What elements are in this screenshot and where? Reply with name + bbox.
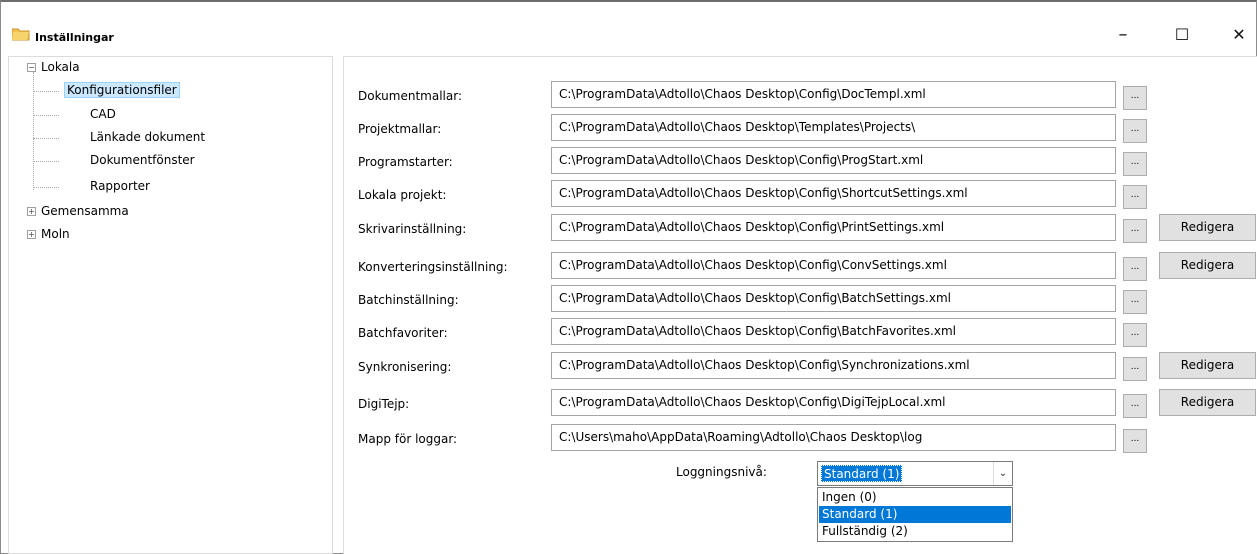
browse-button[interactable]: ... — [1123, 152, 1147, 176]
setting-label: DigiTejp: — [358, 397, 410, 411]
setting-label: Batchfavoriter: — [358, 326, 448, 340]
browse-button[interactable]: ... — [1123, 185, 1147, 209]
maximize-button[interactable]: ☐ — [1162, 20, 1202, 48]
close-icon: ✕ — [1232, 24, 1246, 44]
browse-button[interactable]: ... — [1123, 219, 1147, 243]
tree-line — [33, 91, 59, 92]
path-field[interactable]: C:\ProgramData\Adtollo\Chaos Desktop\Con… — [551, 81, 1116, 108]
setting-label: Batchinställning: — [358, 293, 459, 307]
path-field[interactable]: C:\ProgramData\Adtollo\Chaos Desktop\Con… — [551, 214, 1116, 241]
expand-icon[interactable]: + — [27, 207, 36, 216]
browse-button[interactable]: ... — [1123, 290, 1147, 314]
browse-button[interactable]: ... — [1123, 357, 1147, 381]
tree-line — [33, 72, 34, 190]
edit-button[interactable]: Redigera — [1159, 252, 1256, 279]
logging-level-select[interactable]: Standard (1) ⌄ — [817, 461, 1013, 486]
browse-button[interactable]: ... — [1123, 257, 1147, 281]
path-field[interactable]: C:\ProgramData\Adtollo\Chaos Desktop\Con… — [551, 180, 1116, 207]
setting-label: Synkronisering: — [358, 360, 452, 374]
option-ingen[interactable]: Ingen (0) — [819, 489, 1011, 506]
path-field[interactable]: C:\ProgramData\Adtollo\Chaos Desktop\Con… — [551, 389, 1116, 416]
tree-node-dokumentfonster[interactable]: Dokumentfönster — [90, 153, 195, 167]
edit-button[interactable]: Redigera — [1159, 352, 1256, 379]
setting-label: Skrivarinställning: — [358, 222, 467, 236]
path-field[interactable]: C:\ProgramData\Adtollo\Chaos Desktop\Con… — [551, 352, 1116, 379]
chevron-down-icon[interactable]: ⌄ — [993, 462, 1012, 485]
browse-button[interactable]: ... — [1123, 323, 1147, 347]
path-field[interactable]: C:\ProgramData\Adtollo\Chaos Desktop\Con… — [551, 318, 1116, 345]
expand-icon[interactable]: + — [27, 230, 36, 239]
tree-node-rapporter[interactable]: Rapporter — [90, 179, 150, 193]
path-field[interactable]: C:\ProgramData\Adtollo\Chaos Desktop\Con… — [551, 147, 1116, 174]
logging-level-value: Standard (1) — [821, 465, 903, 482]
path-field[interactable]: C:\ProgramData\Adtollo\Chaos Desktop\Con… — [551, 285, 1116, 312]
edit-button[interactable]: Redigera — [1159, 214, 1256, 241]
setting-label: Dokumentmallar: — [358, 89, 462, 103]
tree-line — [33, 161, 59, 162]
path-field[interactable]: C:\ProgramData\Adtollo\Chaos Desktop\Tem… — [551, 114, 1116, 141]
browse-button[interactable]: ... — [1123, 394, 1147, 418]
setting-label: Mapp för loggar: — [358, 432, 458, 446]
edit-button[interactable]: Redigera — [1159, 389, 1256, 416]
setting-label: Projektmallar: — [358, 122, 442, 136]
window-title: Inställningar — [35, 31, 114, 44]
option-standard[interactable]: Standard (1) — [819, 506, 1011, 523]
collapse-icon[interactable]: − — [27, 63, 36, 72]
browse-button[interactable]: ... — [1123, 86, 1147, 110]
path-field[interactable]: C:\ProgramData\Adtollo\Chaos Desktop\Con… — [551, 252, 1116, 279]
folder-icon — [12, 28, 30, 41]
tree-node-gemensamma[interactable]: Gemensamma — [41, 204, 129, 218]
option-fullstandig[interactable]: Fullständig (2) — [819, 523, 1011, 540]
logging-level-dropdown: Ingen (0) Standard (1) Fullständig (2) — [817, 487, 1013, 542]
close-button[interactable]: ✕ — [1219, 20, 1257, 48]
minimize-icon: – — [1118, 23, 1128, 45]
tree-node-konfigurationsfiler[interactable]: Konfigurationsfiler — [64, 82, 180, 98]
setting-label: Lokala projekt: — [358, 188, 447, 202]
browse-button[interactable]: ... — [1123, 119, 1147, 143]
tree-node-moln[interactable]: Moln — [41, 227, 70, 241]
title-bar: Inställningar – ☐ ✕ — [1, 2, 1256, 45]
tree-node-lankade-dokument[interactable]: Länkade dokument — [90, 130, 205, 144]
tree-line — [33, 187, 59, 188]
path-field[interactable]: C:\Users\maho\AppData\Roaming\Adtollo\Ch… — [551, 424, 1116, 451]
minimize-button[interactable]: – — [1103, 20, 1143, 48]
tree-line — [33, 138, 59, 139]
setting-label: Konverteringsinställning: — [358, 260, 508, 274]
maximize-icon: ☐ — [1174, 24, 1190, 44]
setting-label: Programstarter: — [358, 155, 453, 169]
browse-button[interactable]: ... — [1123, 429, 1147, 453]
tree-node-lokala[interactable]: Lokala — [41, 60, 80, 74]
tree-line — [33, 115, 59, 116]
logging-level-label: Loggningsnivå: — [676, 465, 767, 479]
tree-node-cad[interactable]: CAD — [90, 107, 116, 121]
